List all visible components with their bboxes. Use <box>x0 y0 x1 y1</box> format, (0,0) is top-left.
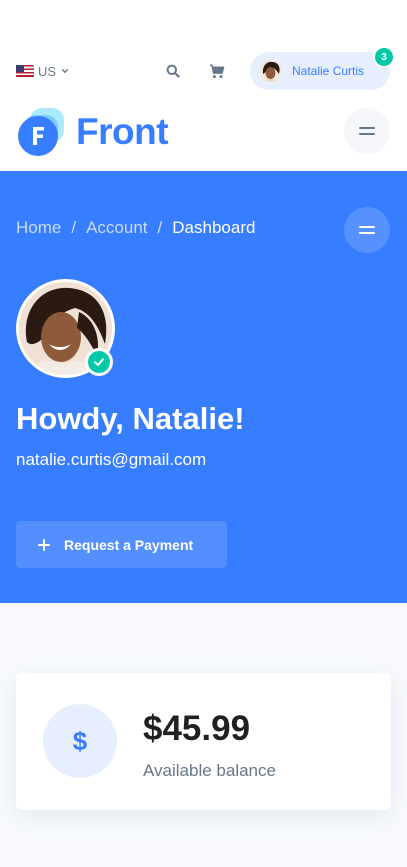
request-payment-label: Request a Payment <box>64 536 194 553</box>
user-name: Natalie Curtis <box>292 64 365 78</box>
plus-icon <box>38 538 50 551</box>
language-selector[interactable]: US <box>16 62 69 80</box>
chevron-down-icon <box>61 69 69 73</box>
avatar <box>260 60 282 82</box>
brand-logo[interactable]: Front <box>16 104 196 160</box>
balance-card: $ $45.99 Available balance <box>16 673 391 810</box>
breadcrumb-separator: / <box>71 218 77 237</box>
account-nav-toggle[interactable] <box>344 207 390 253</box>
balance-amount: $45.99 <box>143 709 251 748</box>
header: Front <box>0 104 407 168</box>
dashboard-hero: Home / Account / Dashboard Howdy, Natali… <box>0 171 407 603</box>
breadcrumb-current: Dashboard <box>172 218 256 237</box>
dollar-glyph: $ <box>72 725 88 756</box>
greeting-heading: Howdy, Natalie! <box>16 401 245 436</box>
request-payment-button[interactable]: Request a Payment <box>16 521 227 568</box>
us-flag-icon <box>16 65 34 77</box>
account-menu-button[interactable]: Natalie Curtis <box>250 52 390 90</box>
dashboard-content: $ $45.99 Available balance <box>0 603 407 867</box>
cart-button[interactable] <box>207 61 227 81</box>
brand-name: Front <box>76 111 169 152</box>
locale-label: US <box>38 63 57 79</box>
search-icon <box>166 64 180 78</box>
menu-icon <box>359 126 375 136</box>
search-button[interactable] <box>163 61 183 81</box>
balance-label: Available balance <box>143 761 276 780</box>
notification-badge: 3 <box>373 46 395 68</box>
dollar-icon: $ <box>43 704 117 778</box>
breadcrumb-separator: / <box>157 218 163 237</box>
breadcrumb-account[interactable]: Account <box>86 218 147 238</box>
menu-icon <box>359 225 375 235</box>
verified-check-icon <box>85 348 113 376</box>
main-menu-toggle[interactable] <box>344 108 390 154</box>
user-email: natalie.curtis@gmail.com <box>16 450 207 469</box>
front-logo-icon <box>18 108 64 156</box>
breadcrumb-home[interactable]: Home <box>16 218 61 238</box>
cart-icon <box>209 64 225 78</box>
top-bar: US Natalie Curtis <box>0 48 407 94</box>
breadcrumb: Home / Account / Dashboard <box>16 218 255 238</box>
